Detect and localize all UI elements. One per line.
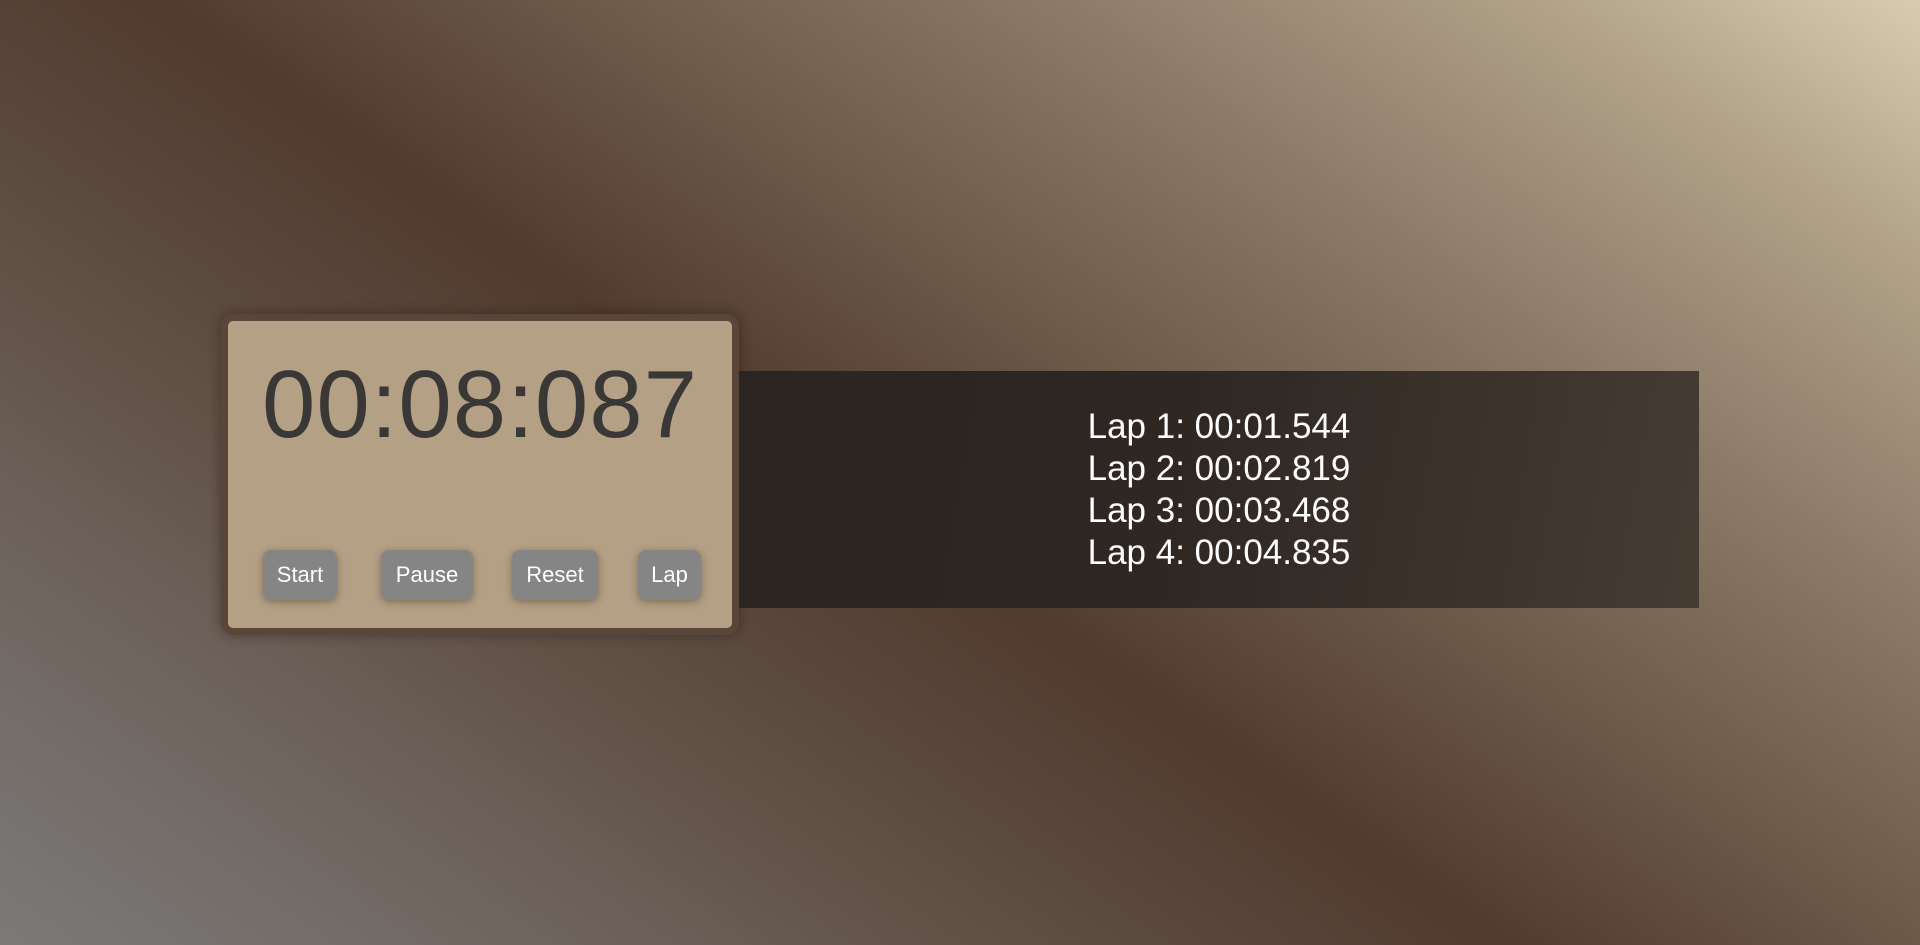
lap-item: Lap 4: 00:04.835	[1087, 533, 1351, 572]
laps-list: Lap 1: 00:01.544 Lap 2: 00:02.819 Lap 3:…	[739, 406, 1699, 574]
stopwatch-card: 00:08:087 Start Pause Reset Lap	[221, 314, 739, 635]
lap-button[interactable]: Lap	[638, 550, 701, 600]
pause-button[interactable]: Pause	[381, 550, 473, 600]
laps-panel: Lap 1: 00:01.544 Lap 2: 00:02.819 Lap 3:…	[739, 371, 1699, 608]
reset-button[interactable]: Reset	[512, 550, 598, 600]
lap-item: Lap 2: 00:02.819	[1087, 449, 1351, 488]
start-button[interactable]: Start	[263, 550, 337, 600]
time-display: 00:08:087	[261, 351, 699, 458]
lap-item: Lap 3: 00:03.468	[1087, 491, 1351, 530]
lap-item: Lap 1: 00:01.544	[1087, 407, 1351, 446]
